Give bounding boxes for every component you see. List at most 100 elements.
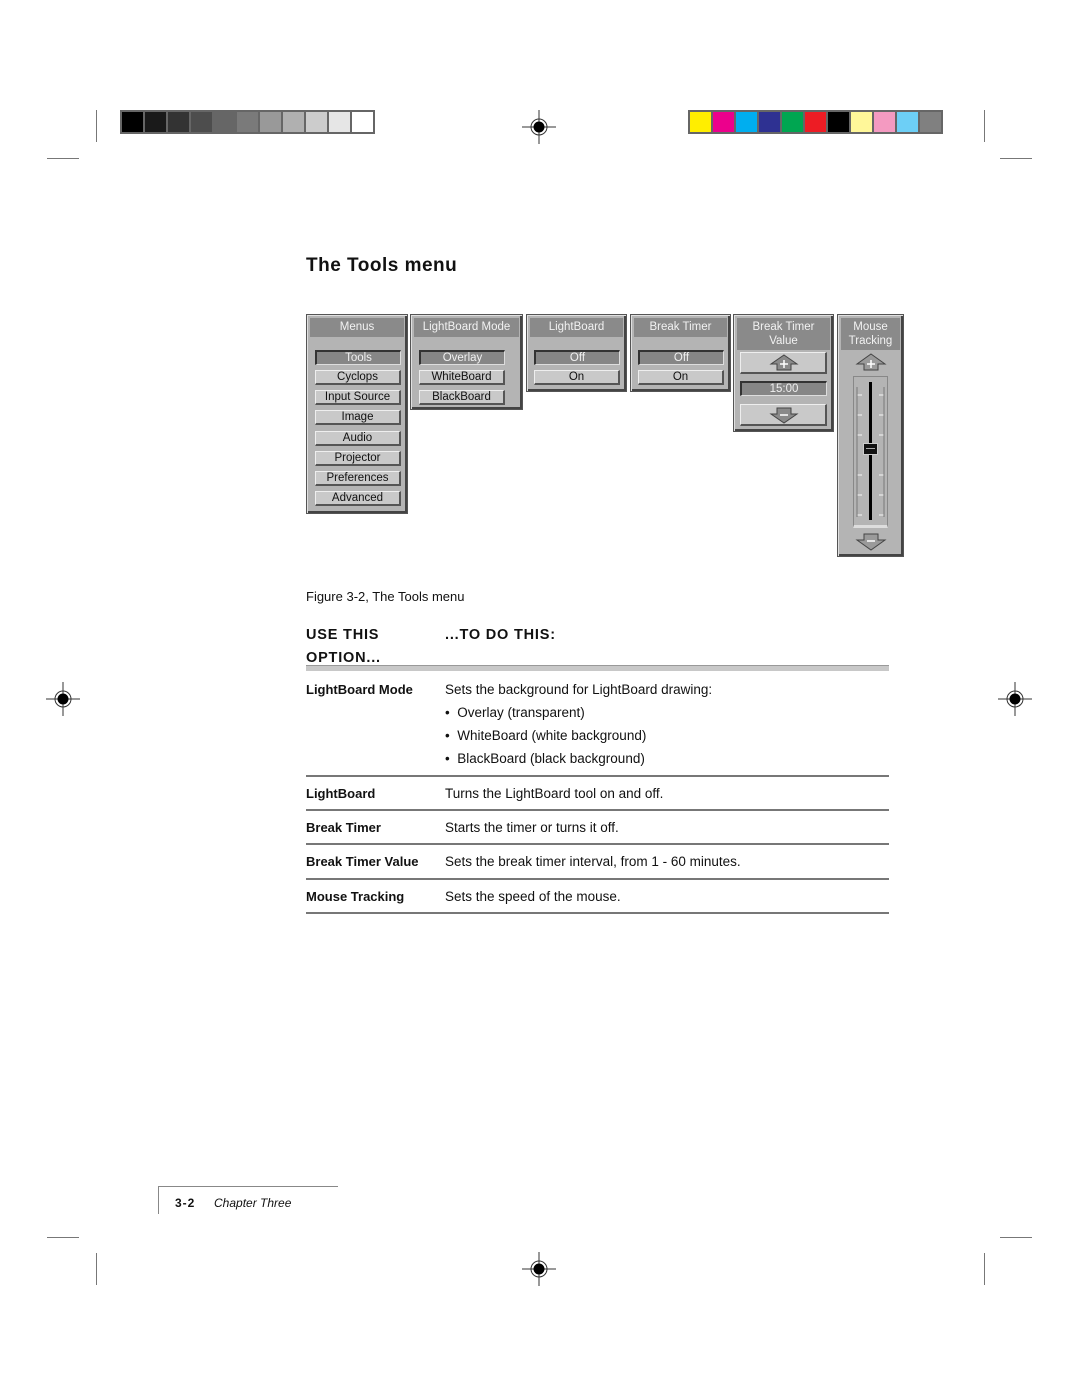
gray-swatch [283, 112, 304, 132]
panel-title-line: Tracking [848, 335, 893, 347]
crop-mark [984, 1253, 985, 1285]
table-row-description: Sets the speed of the mouse. [445, 889, 621, 904]
gray-swatch [260, 112, 281, 132]
break-timer-off[interactable]: Off [638, 350, 724, 365]
mouse-tracking-slider-track[interactable] [853, 376, 888, 528]
registration-mark-icon [522, 110, 556, 144]
gray-swatch [306, 112, 327, 132]
bullet-text: WhiteBoard (white background) [457, 728, 647, 743]
color-swatch [874, 112, 895, 132]
table-row-description: Sets the break timer interval, from 1 - … [445, 854, 741, 869]
row-divider [306, 878, 889, 880]
color-swatch [805, 112, 826, 132]
crop-mark [47, 1237, 79, 1238]
gray-swatch [329, 112, 350, 132]
mouse-tracking-panel: Mouse Tracking [837, 314, 904, 557]
row-divider [306, 809, 889, 811]
crop-mark [96, 110, 97, 142]
menu-item-projector[interactable]: Projector [315, 451, 401, 466]
mouse-tracking-panel-title: Mouse Tracking [841, 318, 900, 350]
break-timer-panel-title: Break Timer [634, 318, 727, 337]
color-swatch [920, 112, 941, 132]
increment-button[interactable] [740, 352, 827, 374]
color-swatch [759, 112, 780, 132]
crop-mark [47, 158, 79, 159]
table-row-description: Sets the background for LightBoard drawi… [445, 682, 713, 697]
gray-swatch [168, 112, 189, 132]
gray-swatch [237, 112, 258, 132]
break-timer-panel: Break Timer Off On [630, 314, 731, 392]
table-row-option: Break Timer Value [306, 854, 419, 869]
panel-title-line: Mouse [853, 321, 888, 333]
break-timer-value-panel: Break Timer Value 15:00 [733, 314, 834, 432]
menu-item-cyclops[interactable]: Cyclops [315, 370, 401, 385]
color-swatch [690, 112, 711, 132]
color-swatch [782, 112, 803, 132]
color-swatch [713, 112, 734, 132]
panel-title-line: Break Timer [752, 321, 815, 333]
table-header-option: USE THIS OPTION... [306, 624, 381, 670]
row-divider [306, 775, 889, 777]
menu-item-audio[interactable]: Audio [315, 431, 401, 446]
gray-swatch [122, 112, 143, 132]
header-divider [306, 665, 889, 671]
page-title: The Tools menu [306, 255, 458, 276]
lightboard-mode-overlay[interactable]: Overlay [419, 350, 505, 365]
menus-panel-title: Menus [310, 318, 404, 337]
table-row-option: LightBoard [306, 786, 376, 801]
table-row-description: Starts the timer or turns it off. [445, 820, 619, 835]
bullet-text: Overlay (transparent) [457, 705, 585, 720]
row-divider [306, 843, 889, 845]
crop-mark [1000, 158, 1032, 159]
row-divider [306, 912, 889, 914]
menu-item-input-source[interactable]: Input Source [315, 390, 401, 405]
gray-swatch [352, 112, 373, 132]
crop-mark [1000, 1237, 1032, 1238]
table-row-option: Break Timer [306, 820, 381, 835]
break-timer-value-display: 15:00 [740, 381, 827, 396]
plus-up-arrow-icon [769, 354, 799, 371]
lightboard-mode-panel-title: LightBoard Mode [414, 318, 519, 337]
thumb-grip [866, 447, 875, 449]
color-swatch [851, 112, 872, 132]
bullet-item: • WhiteBoard (white background) [445, 728, 647, 743]
crop-mark [984, 110, 985, 142]
registration-mark-icon [998, 682, 1032, 716]
lightboard-on[interactable]: On [534, 370, 620, 385]
color-swatch [736, 112, 757, 132]
lightboard-panel-title: LightBoard [530, 318, 623, 337]
decrement-button[interactable] [740, 404, 827, 426]
bullet-item: • BlackBoard (black background) [445, 751, 645, 766]
lightboard-mode-whiteboard[interactable]: WhiteBoard [419, 370, 505, 385]
gray-swatch [214, 112, 235, 132]
menu-item-tools[interactable]: Tools [315, 350, 401, 365]
bullet-item: • Overlay (transparent) [445, 705, 585, 720]
table-header-action: ...TO DO THIS: [445, 627, 556, 643]
menu-item-advanced[interactable]: Advanced [315, 491, 401, 506]
color-swatch [828, 112, 849, 132]
figure-caption: Figure 3-2, The Tools menu [306, 589, 465, 604]
lightboard-mode-panel: LightBoard Mode Overlay WhiteBoard Black… [410, 314, 523, 410]
table-row-option: LightBoard Mode [306, 682, 413, 697]
registration-mark-icon [522, 1252, 556, 1286]
table-row-description: Turns the LightBoard tool on and off. [445, 786, 664, 801]
minus-down-arrow-icon[interactable] [855, 533, 887, 551]
bullet-text: BlackBoard (black background) [457, 751, 645, 766]
header-line: USE THIS [306, 627, 380, 643]
lightboard-off[interactable]: Off [534, 350, 620, 365]
registration-mark-icon [46, 682, 80, 716]
table-row-option: Mouse Tracking [306, 889, 405, 904]
menus-panel: Menus Tools Cyclops Input Source Image A… [306, 314, 408, 514]
plus-up-arrow-icon[interactable] [855, 353, 887, 371]
color-swatch [897, 112, 918, 132]
break-timer-on[interactable]: On [638, 370, 724, 385]
panel-title-line: Value [769, 335, 798, 347]
mouse-tracking-slider-thumb[interactable] [863, 442, 878, 455]
lightboard-mode-blackboard[interactable]: BlackBoard [419, 390, 505, 405]
gray-swatch [145, 112, 166, 132]
crop-mark [96, 1253, 97, 1285]
lightboard-panel: LightBoard Off On [526, 314, 627, 392]
minus-down-arrow-icon [769, 407, 799, 424]
menu-item-image[interactable]: Image [315, 410, 401, 425]
menu-item-preferences[interactable]: Preferences [315, 471, 401, 486]
